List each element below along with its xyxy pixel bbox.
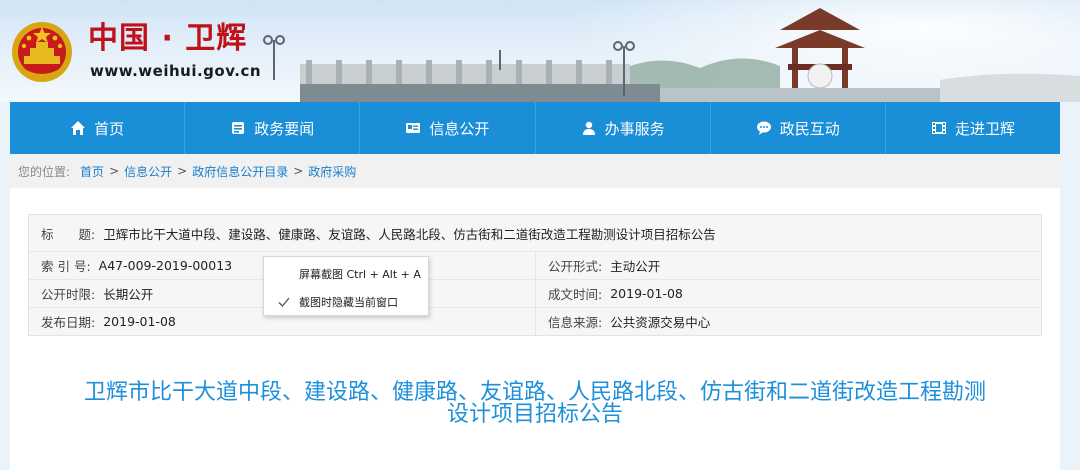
meta-key-index: 索 引 号: xyxy=(41,259,91,274)
nav-label: 政务要闻 xyxy=(254,119,315,138)
info-card-icon xyxy=(406,123,421,133)
meta-row: 索 引 号: A47-009-2019-00013 公开形式: 主动公开 xyxy=(29,251,1041,279)
breadcrumb-link-info[interactable]: 信息公开 xyxy=(124,163,172,180)
document-title-line: 卫辉市比干大道中段、建设路、健康路、友谊路、人民路北段、仿古街和二道街改造工程勘… xyxy=(83,380,986,405)
meta-cell: 公开形式: 主动公开 xyxy=(535,252,1041,279)
document-metadata-table: 标 题: 卫辉市比干大道中段、建设路、健康路、友谊路、人民路北段、仿古街和二道街… xyxy=(28,214,1042,336)
breadcrumb-link-home[interactable]: 首页 xyxy=(80,163,104,180)
film-icon xyxy=(931,122,946,134)
meta-key-disclosure-period: 公开时限: xyxy=(41,287,96,302)
meta-value-written-date: 2019-01-08 xyxy=(610,286,683,301)
meta-value-title: 卫辉市比干大道中段、建设路、健康路、友谊路、人民路北段、仿古街和二道街改造工程勘… xyxy=(103,226,716,242)
meta-key-disclosure-form: 公开形式: xyxy=(548,259,603,274)
nav-label: 政民互动 xyxy=(779,119,840,138)
nav-item-interaction[interactable]: 政民互动 xyxy=(711,102,886,154)
national-emblem-icon[interactable] xyxy=(10,18,74,84)
document-title-line: 设计项目招标公告 xyxy=(446,402,623,427)
breadcrumb-link-procurement[interactable]: 政府采购 xyxy=(308,163,356,180)
site-header: 中国 · 卫辉 www.weihui.gov.cn xyxy=(0,0,1080,102)
city-scenery-banner xyxy=(263,8,1080,102)
user-service-icon xyxy=(582,121,595,135)
checkmark-icon xyxy=(278,297,290,307)
document-title: 卫辉市比干大道中段、建设路、健康路、友谊路、人民路北段、仿古街和二道街改造工程勘… xyxy=(28,382,1042,426)
meta-key-title: 标 题: xyxy=(41,226,96,242)
screenshot-context-menu: 屏幕截图 Ctrl + Alt + A 截图时隐藏当前窗口 xyxy=(263,256,429,316)
breadcrumb-link-catalog[interactable]: 政府信息公开目录 xyxy=(192,163,288,180)
meta-row-title: 标 题: 卫辉市比干大道中段、建设路、健康路、友谊路、人民路北段、仿古街和二道街… xyxy=(29,215,1041,251)
meta-value-disclosure-form: 主动公开 xyxy=(610,259,661,274)
meta-value-index: A47-009-2019-00013 xyxy=(98,258,233,273)
breadcrumb-separator: > xyxy=(293,164,304,178)
content-panel: 标 题: 卫辉市比干大道中段、建设路、健康路、友谊路、人民路北段、仿古街和二道街… xyxy=(10,188,1060,470)
nav-item-news[interactable]: 政务要闻 xyxy=(185,102,361,154)
nav-label: 走进卫辉 xyxy=(954,119,1015,138)
nav-item-info-disclosure[interactable]: 信息公开 xyxy=(360,102,536,154)
menu-item-screenshot[interactable]: 屏幕截图 Ctrl + Alt + A xyxy=(264,260,428,288)
meta-key-source: 信息来源: xyxy=(548,315,603,330)
home-icon xyxy=(71,121,86,135)
meta-row: 公开时限: 长期公开 成文时间: 2019-01-08 xyxy=(29,279,1041,307)
nav-item-services[interactable]: 办事服务 xyxy=(536,102,711,154)
site-url[interactable]: www.weihui.gov.cn xyxy=(90,62,261,80)
breadcrumb: 您的位置: 首页 > 信息公开 > 政府信息公开目录 > 政府采购 xyxy=(10,154,1060,188)
chat-icon xyxy=(756,121,771,135)
main-nav: 首页 政务要闻 信息公开 办事服务 政民互动 走进卫辉 xyxy=(10,102,1060,154)
meta-row: 发布日期: 2019-01-08 信息来源: 公共资源交易中心 xyxy=(29,307,1041,335)
nav-label: 首页 xyxy=(94,119,125,138)
meta-key-publish-date: 发布日期: xyxy=(41,315,96,330)
breadcrumb-prefix: 您的位置: xyxy=(18,164,71,179)
news-icon xyxy=(232,122,245,134)
breadcrumb-separator: > xyxy=(177,164,188,178)
meta-cell: 信息来源: 公共资源交易中心 xyxy=(535,308,1041,335)
menu-item-label: 截图时隐藏当前窗口 xyxy=(299,296,398,309)
meta-value-disclosure-period: 长期公开 xyxy=(103,287,154,302)
nav-label: 办事服务 xyxy=(604,119,665,138)
nav-item-about-weihui[interactable]: 走进卫辉 xyxy=(886,102,1060,154)
meta-cell: 标 题: 卫辉市比干大道中段、建设路、健康路、友谊路、人民路北段、仿古街和二道街… xyxy=(29,215,716,251)
meta-cell: 成文时间: 2019-01-08 xyxy=(535,280,1041,307)
meta-value-publish-date: 2019-01-08 xyxy=(103,314,176,329)
breadcrumb-separator: > xyxy=(109,164,120,178)
meta-value-source: 公共资源交易中心 xyxy=(610,315,711,330)
nav-label: 信息公开 xyxy=(429,119,490,138)
menu-item-hide-window[interactable]: 截图时隐藏当前窗口 xyxy=(264,288,428,316)
site-title[interactable]: 中国 · 卫辉 xyxy=(88,22,247,56)
nav-item-home[interactable]: 首页 xyxy=(10,102,186,154)
meta-key-written-date: 成文时间: xyxy=(548,287,603,302)
menu-item-label: 屏幕截图 Ctrl + Alt + A xyxy=(299,268,421,281)
